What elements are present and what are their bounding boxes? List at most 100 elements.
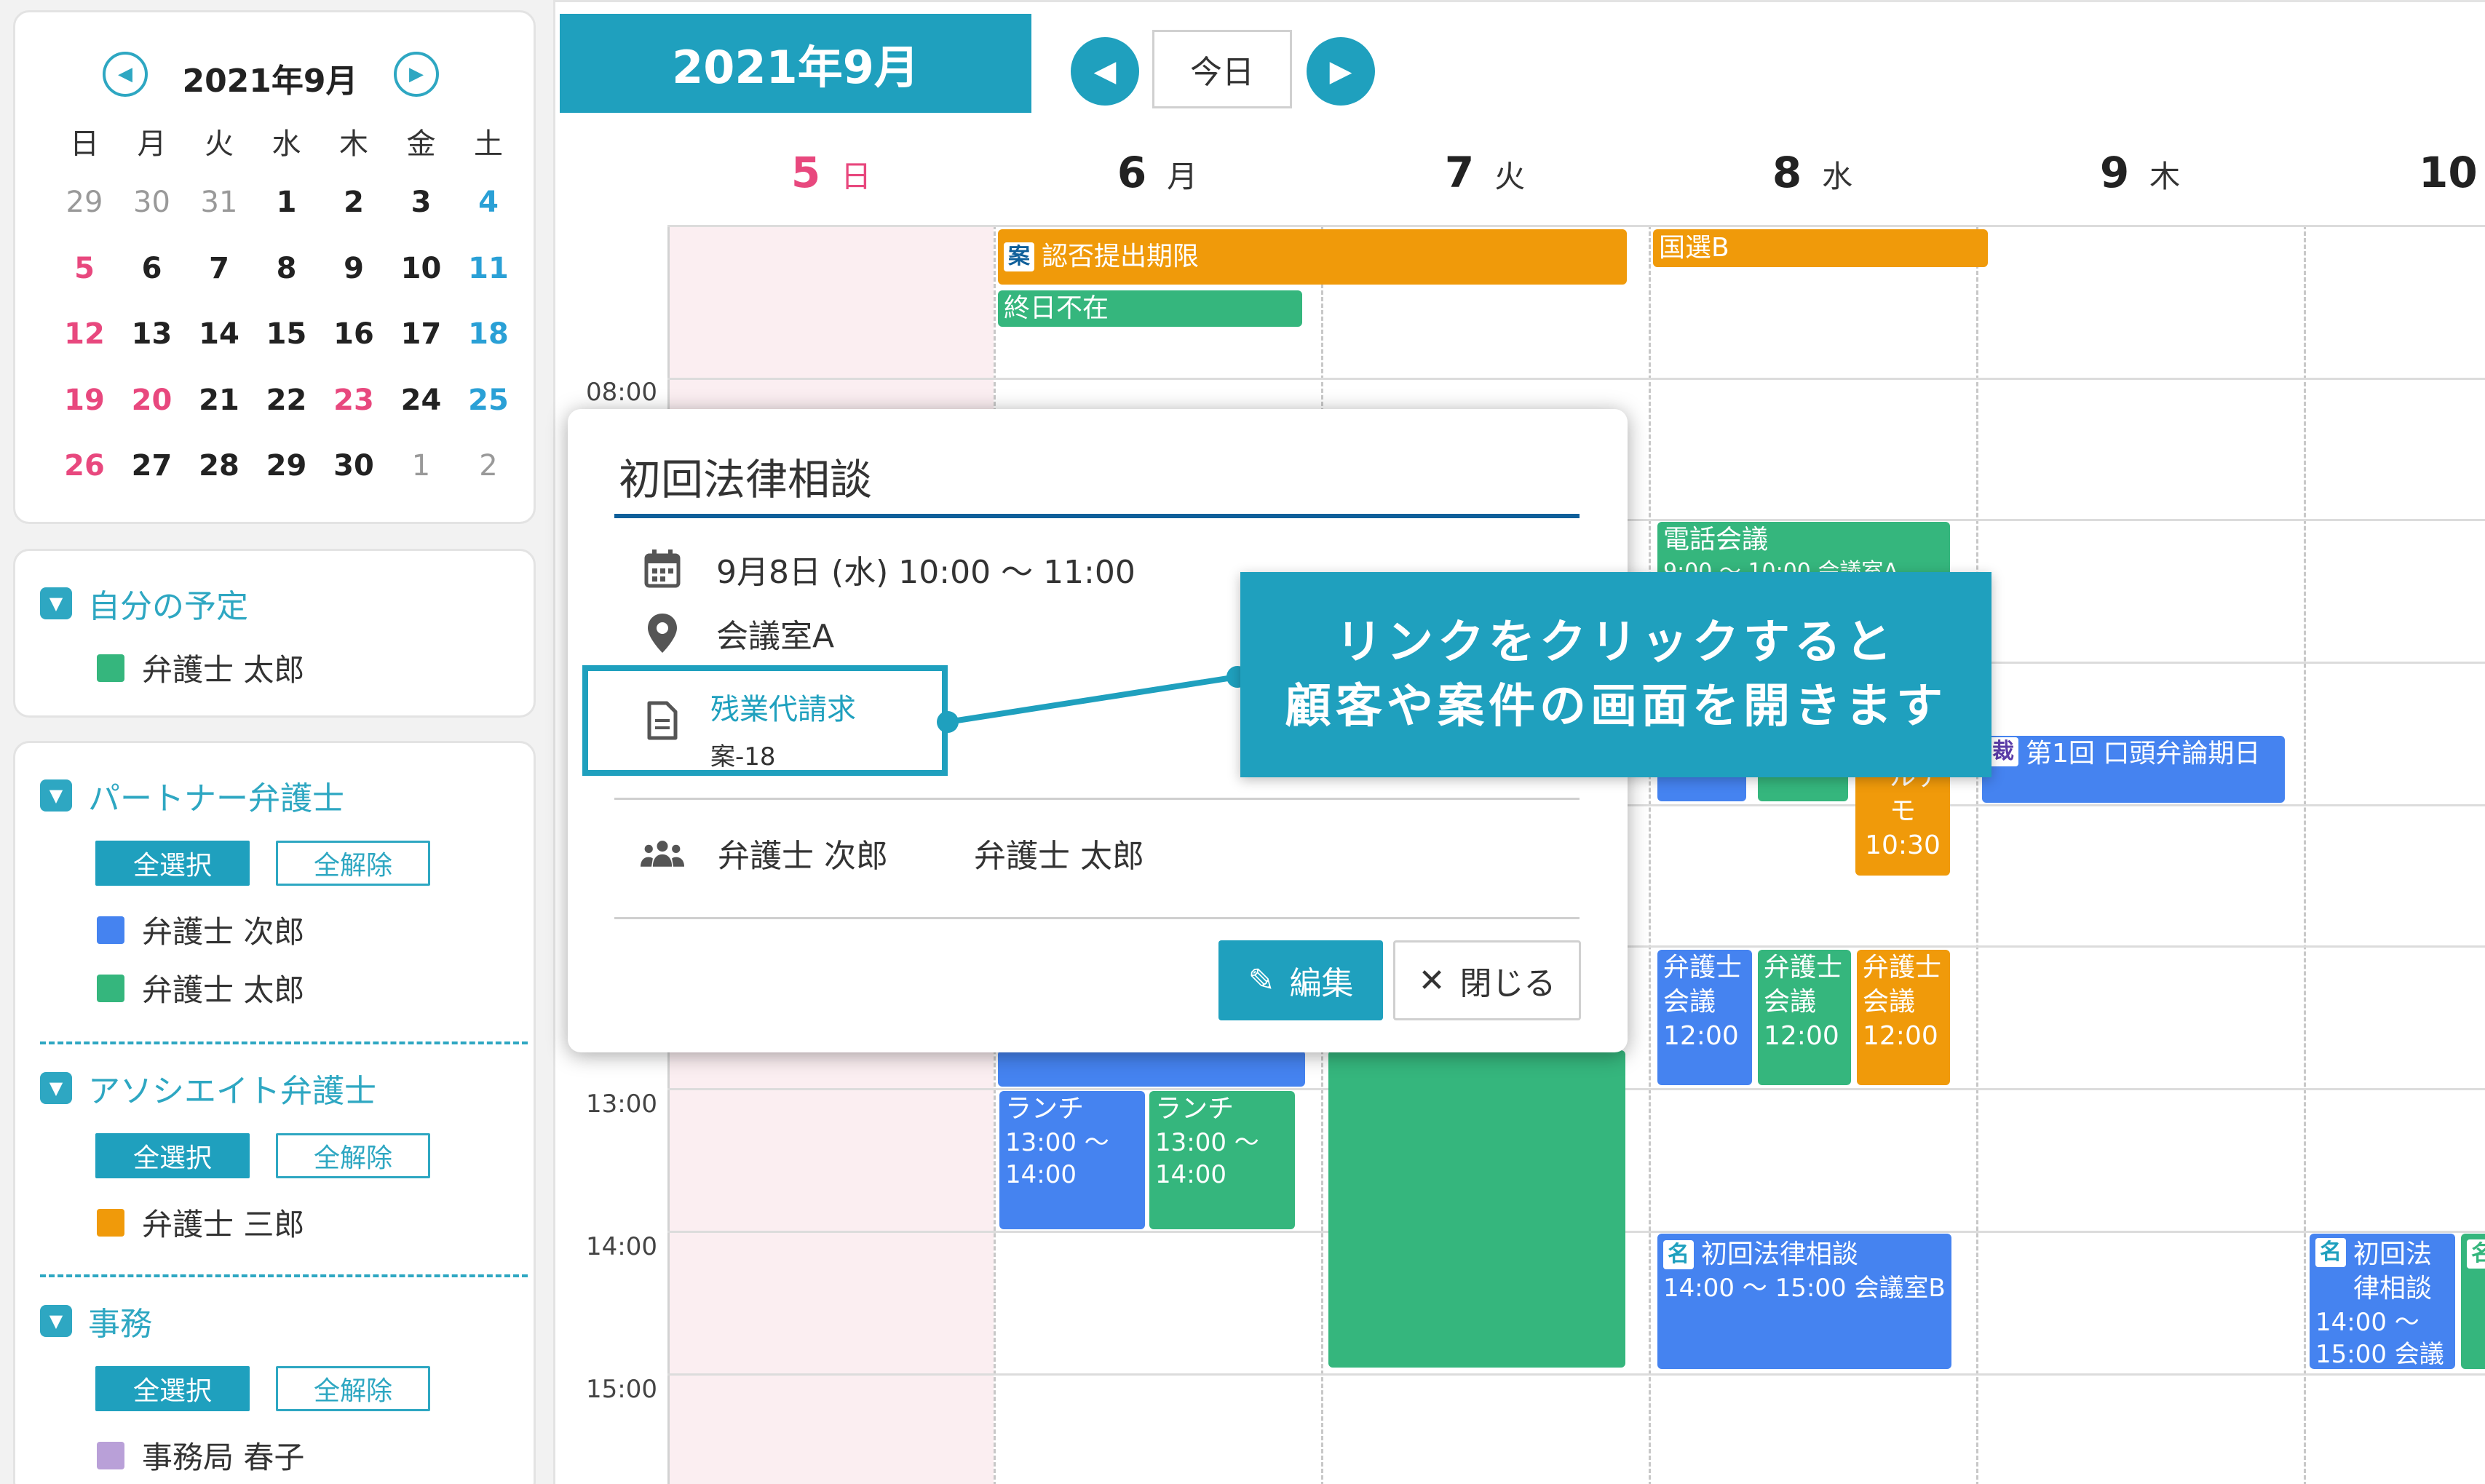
weekday-label: 金 — [406, 127, 436, 161]
event-title: 初回法律相談 — [2353, 1239, 2433, 1304]
next-month-icon[interactable]: ▶ — [394, 52, 439, 97]
event-block[interactable]: ランチ 13:00 ～ 14:00 — [999, 1091, 1145, 1229]
mini-calendar-day[interactable]: 15 — [254, 317, 320, 351]
client-tag-icon: 名 — [2467, 1239, 2485, 1269]
day-weekday: 水 — [1822, 159, 1853, 194]
mini-calendar-day[interactable]: 1 — [389, 449, 454, 483]
person-item[interactable]: 事務局 春子 — [97, 1433, 304, 1477]
section-title: 自分の予定 — [88, 588, 248, 625]
deselect-all-button[interactable]: 全解除 — [276, 841, 430, 886]
mini-calendar-day[interactable]: 29 — [52, 186, 117, 219]
mini-calendar-day[interactable]: 8 — [254, 252, 320, 285]
mini-calendar-day[interactable]: 14 — [186, 317, 252, 351]
day-header-sun[interactable]: 5 日 — [669, 148, 994, 206]
mini-calendar-day[interactable]: 28 — [186, 449, 252, 483]
select-all-button[interactable]: 全選択 — [95, 841, 250, 886]
mini-calendar-day[interactable]: 12 — [52, 317, 117, 351]
event-all-day[interactable]: 終日不在 — [998, 290, 1302, 327]
mini-calendar-day[interactable]: 2 — [321, 186, 387, 219]
mini-calendar-day[interactable]: 24 — [389, 384, 454, 417]
prev-month-icon[interactable]: ◀ — [103, 52, 148, 97]
day-header-thu[interactable]: 9 木 — [1976, 148, 2304, 206]
person-item[interactable]: 弁護士 次郎 — [97, 908, 304, 952]
event-block[interactable]: 弁護士会議 12:00 — [1857, 950, 1950, 1085]
divider — [40, 1041, 528, 1044]
mini-calendar-day[interactable]: 26 — [52, 449, 117, 483]
event-time: 12:00 — [1863, 1020, 1938, 1051]
mini-calendar-day[interactable]: 16 — [321, 317, 387, 351]
case-link[interactable]: 残業代請求 — [710, 686, 856, 728]
event-block[interactable] — [998, 1050, 1305, 1087]
event-block[interactable]: 弁護士会議 12:00 — [1657, 950, 1752, 1085]
office-toggle[interactable]: ▼ 事務 — [40, 1298, 152, 1344]
person-item[interactable]: 弁護士 太郎 — [97, 966, 304, 1010]
deselect-all-button[interactable]: 全解除 — [276, 1133, 430, 1178]
event-all-day[interactable]: 案 認否提出期限 — [998, 229, 1627, 285]
mini-calendar-day[interactable]: 19 — [52, 384, 117, 417]
mini-calendar-day[interactable]: 1 — [254, 186, 320, 219]
edit-button[interactable]: ✎ 編集 — [1218, 940, 1383, 1020]
mini-calendar-day[interactable]: 9 — [321, 252, 387, 285]
mini-calendar-day[interactable]: 4 — [456, 186, 521, 219]
mini-calendar-day[interactable]: 11 — [456, 252, 521, 285]
person-name: 弁護士 三郎 — [142, 1207, 305, 1242]
partner-toggle[interactable]: ▼ パートナー弁護士 — [40, 772, 344, 819]
tutorial-callout: リンクをクリックすると 顧客や案件の画面を開きます — [1240, 572, 1991, 777]
mini-calendar-day[interactable]: 25 — [456, 384, 521, 417]
associate-toggle[interactable]: ▼ アソシエイト弁護士 — [40, 1065, 376, 1111]
section-title: アソシエイト弁護士 — [88, 1073, 376, 1110]
day-header-mon[interactable]: 6 月 — [994, 148, 1321, 206]
mini-calendar-day[interactable]: 31 — [186, 186, 252, 219]
mini-calendar-day[interactable]: 30 — [321, 449, 387, 483]
groups-panel: ▼ パートナー弁護士 全選択 全解除 弁護士 次郎 弁護士 太郎 ▼ アソシエイ… — [13, 741, 536, 1484]
close-button[interactable]: ✕ 閉じる — [1393, 940, 1581, 1020]
day-header-wed[interactable]: 8 水 — [1649, 148, 1976, 206]
event-title: 認否提出期限 — [1042, 241, 1200, 271]
event-time: 12:00 — [1663, 1020, 1739, 1051]
next-week-icon[interactable]: ▶ — [1307, 37, 1375, 106]
event-block[interactable] — [1328, 1050, 1625, 1368]
event-block[interactable]: 弁護士会議 12:00 — [1758, 950, 1851, 1085]
day-header-fri[interactable]: 10 — [2304, 148, 2485, 206]
event-block[interactable]: ランチ 13:00 ～ 14:00 — [1149, 1091, 1295, 1229]
event-block[interactable]: 裁 第1回 口頭弁論期日 — [1982, 736, 2285, 803]
checkbox-icon: ▼ — [40, 1305, 72, 1337]
event-all-day[interactable]: 国選B — [1653, 229, 1988, 267]
mini-calendar-day[interactable]: 18 — [456, 317, 521, 351]
event-block[interactable]: 名 初回法律相談 14:00 ～ 15:00 会議室B — [1657, 1234, 1951, 1369]
grid-line — [667, 378, 2485, 380]
mini-calendar-day[interactable]: 6 — [119, 252, 185, 285]
users-icon — [641, 838, 684, 868]
mini-calendar-day[interactable]: 17 — [389, 317, 454, 351]
day-header-tue[interactable]: 7 火 — [1321, 148, 1649, 206]
event-block[interactable]: 名 — [2461, 1234, 2485, 1369]
mini-calendar-day[interactable]: 27 — [119, 449, 185, 483]
mini-calendar-day[interactable]: 29 — [254, 449, 320, 483]
event-block[interactable]: 名 初回法律相談 14:00 ～ 15:00 会議室 — [2310, 1234, 2455, 1369]
mini-calendar-day[interactable]: 7 — [186, 252, 252, 285]
popup-location-row: 会議室A — [641, 610, 834, 656]
mini-calendar-day[interactable]: 10 — [389, 252, 454, 285]
mini-calendar-day[interactable]: 20 — [119, 384, 185, 417]
mini-calendar-day[interactable]: 3 — [389, 186, 454, 219]
day-number: 5 — [790, 148, 821, 197]
select-all-button[interactable]: 全選択 — [95, 1133, 250, 1178]
mini-calendar-day[interactable]: 5 — [52, 252, 117, 285]
mini-calendar-day[interactable]: 22 — [254, 384, 320, 417]
person-item[interactable]: 弁護士 太郎 — [97, 646, 304, 690]
prev-week-icon[interactable]: ◀ — [1071, 37, 1139, 106]
today-button[interactable]: 今日 — [1152, 30, 1292, 108]
deselect-all-button[interactable]: 全解除 — [276, 1366, 430, 1411]
mini-calendar-day[interactable]: 21 — [186, 384, 252, 417]
my-schedule-toggle[interactable]: ▼ 自分の予定 — [40, 580, 248, 627]
mini-calendar-day[interactable]: 2 — [456, 449, 521, 483]
select-all-button[interactable]: 全選択 — [95, 1366, 250, 1411]
weekday-label: 木 — [339, 127, 368, 161]
mini-calendar-day[interactable]: 13 — [119, 317, 185, 351]
section-title: 事務 — [88, 1306, 152, 1343]
mini-calendar-day[interactable]: 23 — [321, 384, 387, 417]
mini-calendar-day[interactable]: 30 — [119, 186, 185, 219]
person-item[interactable]: 弁護士 三郎 — [97, 1200, 304, 1245]
checkbox-icon: ▼ — [40, 1072, 72, 1104]
event-block[interactable]: 電話会議 9:00 ～ 10:00 会議室A — [1657, 522, 1950, 577]
